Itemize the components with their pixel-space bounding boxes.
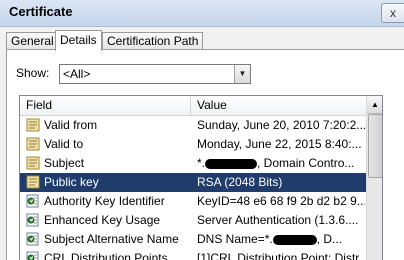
row-value-prefix: *. [197,156,206,170]
close-button[interactable]: x [381,3,404,23]
row-field-value: Sunday, June 20, 2010 7:20:2... [197,118,365,132]
list-row[interactable]: Valid to Monday, June 22, 2015 8:40:... [20,135,366,154]
list-header: Field Value [20,96,366,116]
extension-icon [26,194,40,208]
row-field-value: Monday, June 22, 2015 8:40:... [197,137,362,151]
extension-icon [26,232,40,246]
row-field-name: Subject [44,156,85,170]
row-field-value: Server Authentication (1.3.6.... [197,213,359,227]
row-field-name: Valid to [44,137,84,151]
row-field-name: Subject Alternative Name [44,232,179,246]
row-field-name: Authority Key Identifier [44,194,165,208]
vertical-scrollbar[interactable]: ▲ [366,96,382,260]
list-row[interactable]: Valid from Sunday, June 20, 2010 7:20:2..… [20,116,366,135]
dropdown-arrow-icon[interactable]: ▼ [234,65,250,83]
tab-details[interactable]: Details [55,30,102,51]
show-label: Show: [16,66,50,80]
row-field-name: Public key [44,175,99,189]
cert-doc-icon [26,175,40,189]
scrollbar-thumb[interactable] [368,114,382,178]
window-title: Certificate [9,4,73,19]
list-row[interactable]: CRL Distribution Points [1]CRL Distributi… [20,249,366,260]
list-row[interactable]: Subject Alternative Name DNS Name=*. , D..… [20,230,366,249]
row-value-suffix: , D... [316,232,343,246]
column-header-field[interactable]: Field [20,96,191,115]
list-rows: Valid from Sunday, June 20, 2010 7:20:2..… [20,116,366,260]
row-field-name: CRL Distribution Points [44,251,168,260]
row-field-name: Valid from [44,118,98,132]
show-dropdown-value: <All> [63,67,91,81]
redaction-mark [205,158,258,169]
row-field-value: *. , Domain Contro... [197,154,365,173]
row-field-name: Enhanced Key Usage [44,213,161,227]
row-field-value: [1]CRL Distribution Point: Distr... [197,251,365,260]
title-bar: Certificate x [0,0,404,27]
cert-doc-icon [26,137,40,151]
list-row[interactable]: Authority Key Identifier KeyID=48 e6 68 f… [20,192,366,211]
list-row[interactable]: Public key RSA (2048 Bits) [20,173,366,192]
row-value-suffix: , Domain Contro... [257,156,355,170]
row-value-prefix: DNS Name=*. [197,232,273,246]
row-field-value: KeyID=48 e6 68 f9 2b d2 b2 9... [197,194,365,208]
tab-general[interactable]: General [6,32,59,50]
row-field-value: RSA (2048 Bits) [197,175,283,189]
scroll-up-arrow-icon[interactable]: ▲ [367,96,382,114]
show-dropdown[interactable]: <All> ▼ [59,64,251,84]
tab-certification-path[interactable]: Certification Path [102,32,204,50]
cert-doc-icon [26,118,40,132]
redaction-mark [272,234,317,245]
row-field-value: DNS Name=*. , D... [197,230,365,249]
extension-icon [26,213,40,227]
cert-doc-icon [26,156,40,170]
list-row[interactable]: Subject *. , Domain Contro... [20,154,366,173]
fields-listview[interactable]: Field Value Valid from Sunday, June 20, 2… [19,95,383,260]
column-header-value[interactable]: Value [191,96,367,115]
list-row[interactable]: Enhanced Key Usage Server Authentication … [20,211,366,230]
